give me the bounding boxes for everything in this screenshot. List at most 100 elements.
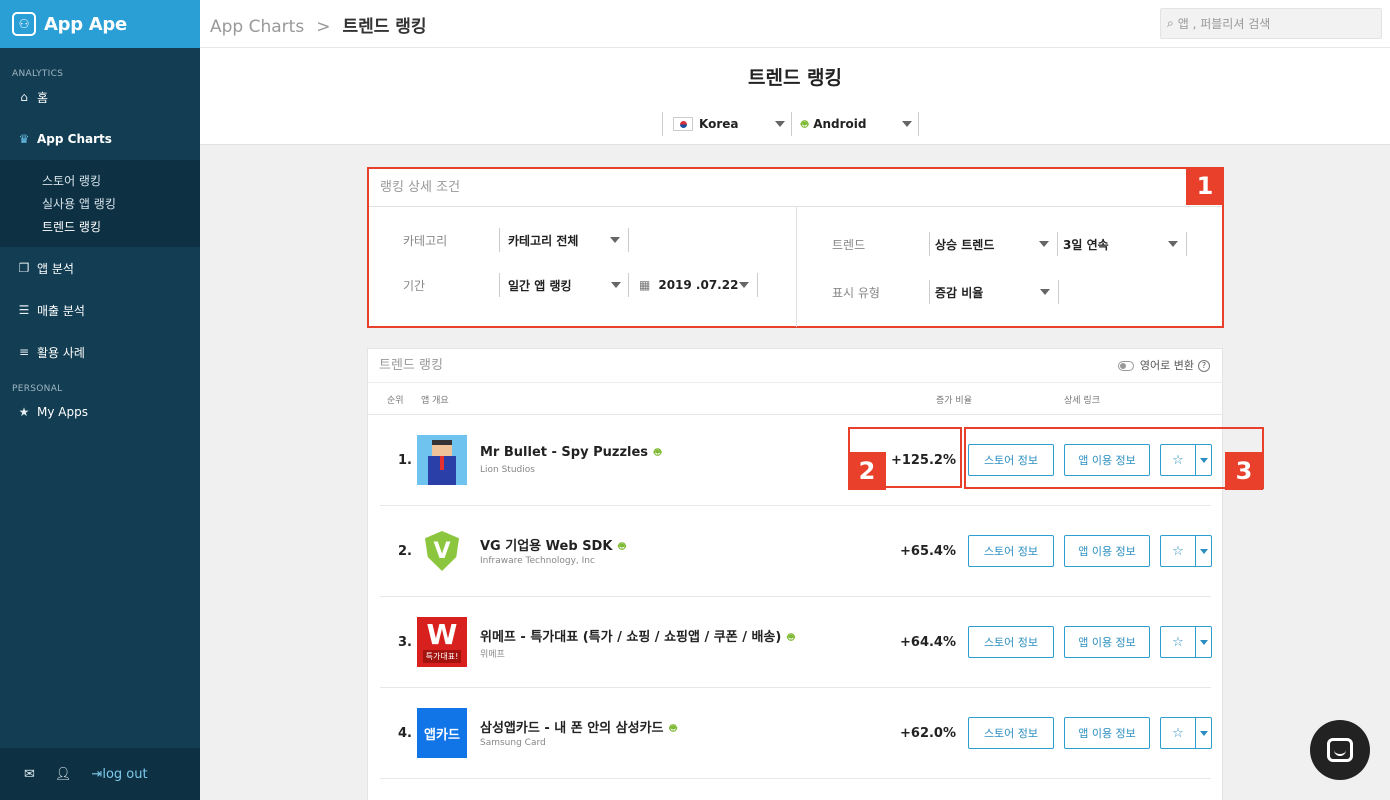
table-row: 4. 앱카드 삼성앱카드 - 내 폰 안의 삼성카드 🤖︎ Samsung Car… <box>380 688 1212 779</box>
sidebar-item-revenue-analysis[interactable]: ☰ 매출 분석 <box>0 289 200 331</box>
display-type-select[interactable]: 증감 비율 <box>929 280 1059 304</box>
subnav-trend-ranking[interactable]: 트렌드 랭킹 <box>0 216 200 239</box>
store-info-button[interactable]: 스토어 정보 <box>968 535 1054 567</box>
app-name[interactable]: 위메프 - 특가대표 (특가 / 쇼핑 / 쇼핑앱 / 쿠폰 / 배송) 🤖︎ <box>480 626 800 646</box>
app-icon[interactable] <box>417 435 467 485</box>
annotation-badge-3: 3 <box>1225 452 1263 490</box>
korea-flag-icon <box>673 117 693 131</box>
period-select[interactable]: 일간 앱 랭킹 <box>499 273 629 297</box>
annotation-badge-1: 1 <box>1186 167 1224 205</box>
caret-down-icon[interactable] <box>1195 536 1211 566</box>
sidebar-footer: ✉ 👤︎ ⇥log out <box>0 748 200 800</box>
favorite-button[interactable]: ☆ <box>1160 626 1212 658</box>
help-icon[interactable]: ? <box>1198 360 1210 372</box>
search-input[interactable] <box>1177 16 1358 31</box>
english-toggle[interactable]: 영어로 변환 ? <box>1117 349 1210 383</box>
platform-select[interactable]: 🤖︎ Android <box>791 112 919 136</box>
chevron-down-icon <box>775 121 785 127</box>
favorite-button[interactable]: ☆ <box>1160 535 1212 567</box>
publisher-name: 위메프 <box>480 650 505 660</box>
app-usage-button[interactable]: 앱 이용 정보 <box>1064 717 1150 749</box>
chat-icon <box>1327 738 1353 762</box>
app-icon[interactable]: V <box>417 526 467 576</box>
sidebar-item-app-analysis[interactable]: ❐ 앱 분석 <box>0 247 200 289</box>
sidebar: ⚇ App Ape ANALYTICS ⌂ 홈 ♛ App Charts 스토어… <box>0 0 200 800</box>
sidebar-item-label: 홈 <box>37 90 49 105</box>
chat-launcher[interactable] <box>1310 720 1370 780</box>
increase-rate: +64.4% <box>900 635 956 650</box>
sidebar-item-use-cases[interactable]: ≡ 활용 사례 <box>0 331 200 373</box>
sidebar-item-app-charts[interactable]: ♛ App Charts <box>0 118 200 160</box>
home-icon: ⌂ <box>20 90 28 104</box>
app-name[interactable]: VG 기업용 Web SDK 🤖︎ <box>480 535 631 555</box>
sidebar-item-label: App Charts <box>37 132 112 146</box>
chevron-down-icon <box>1039 241 1049 247</box>
breadcrumb-separator-icon: > <box>316 17 331 37</box>
table-row: 3. W 특가대표! 위메프 - 특가대표 (특가 / 쇼핑 / 쇼핑앱 / 쿠폰… <box>380 597 1212 688</box>
category-select[interactable]: 카테고리 전체 <box>499 228 629 252</box>
sidebar-item-home[interactable]: ⌂ 홈 <box>0 76 200 118</box>
rank-number: 4. <box>398 726 412 741</box>
app-name[interactable]: 삼성앱카드 - 내 폰 안의 삼성카드 🤖︎ <box>480 717 682 737</box>
brand-logo[interactable]: ⚇ App Ape <box>0 0 200 48</box>
user-icon[interactable]: 👤︎ <box>55 767 72 782</box>
increase-rate: +62.0% <box>900 726 956 741</box>
col-app: 앱 개요 <box>421 396 449 406</box>
country-select[interactable]: Korea <box>662 112 792 136</box>
chevron-down-icon <box>739 282 749 288</box>
sidebar-subnav: 스토어 랭킹 실사용 앱 랭킹 트렌드 랭킹 <box>0 160 200 247</box>
search-icon: ⌕ <box>1167 16 1174 30</box>
display-type-label: 표시 유형 <box>832 286 880 300</box>
app-icon[interactable]: W 특가대표! <box>417 617 467 667</box>
publisher-name: Samsung Card <box>480 738 546 748</box>
chevron-down-icon <box>902 121 912 127</box>
caret-down-icon[interactable] <box>1195 718 1211 748</box>
toggle-switch-icon <box>1117 361 1134 371</box>
breadcrumb-root[interactable]: App Charts <box>210 17 304 37</box>
caret-down-icon[interactable] <box>1195 627 1211 657</box>
star-outline-icon: ☆ <box>1172 543 1184 559</box>
table-header: 순위 앱 개요 증가 비율 상세 링크 <box>368 383 1222 415</box>
app-name[interactable]: Mr Bullet - Spy Puzzles 🤖︎ <box>480 444 666 461</box>
ranking-conditions-panel: 랭킹 상세 조건 카테고리 카테고리 전체 기간 일간 앱 랭킹 ▦ 2019 … <box>367 167 1224 328</box>
subnav-store-ranking[interactable]: 스토어 랭킹 <box>0 170 200 193</box>
logout-link[interactable]: ⇥log out <box>91 767 147 782</box>
store-info-button[interactable]: 스토어 정보 <box>968 626 1054 658</box>
sidebar-item-label: 매출 분석 <box>37 303 85 318</box>
store-info-button[interactable]: 스토어 정보 <box>968 717 1054 749</box>
breadcrumb-current: 트렌드 랭킹 <box>342 17 427 37</box>
date-picker[interactable]: ▦ 2019 .07.22 <box>628 273 758 297</box>
trend-days-value: 3일 연속 <box>1063 237 1109 252</box>
app-usage-button[interactable]: 앱 이용 정보 <box>1064 535 1150 567</box>
android-icon: 🤖︎ <box>654 445 662 459</box>
top-bar: App Charts > 트렌드 랭킹 ⌕ <box>200 0 1390 48</box>
list-icon: ≡ <box>18 345 30 359</box>
title-area: 트렌드 랭킹 Korea 🤖︎ Android <box>200 48 1390 145</box>
sidebar-item-my-apps[interactable]: ★ My Apps <box>0 391 200 433</box>
favorite-button[interactable]: ☆ <box>1160 717 1212 749</box>
table-row: 2. V VG 기업용 Web SDK 🤖︎ Infraware Technolo… <box>380 506 1212 597</box>
brand-name: App Ape <box>44 13 127 35</box>
annotation-box-3 <box>964 427 1264 489</box>
category-label: 카테고리 <box>403 234 448 248</box>
logout-icon: ⇥ <box>91 766 103 782</box>
trend-select[interactable]: 상승 트렌드 <box>929 232 1057 256</box>
col-rank: 순위 <box>387 396 404 406</box>
android-icon: 🤖︎ <box>787 630 795 644</box>
category-value: 카테고리 전체 <box>508 233 579 248</box>
mail-icon[interactable]: ✉ <box>24 767 35 782</box>
chevron-down-icon <box>611 282 621 288</box>
copy-icon: ❐ <box>18 261 30 275</box>
country-value: Korea <box>699 117 739 131</box>
col-rate: 증가 비율 <box>936 396 972 406</box>
search-box[interactable]: ⌕ <box>1160 8 1382 39</box>
sidebar-item-label: 앱 분석 <box>37 261 74 276</box>
trend-days-select[interactable]: 3일 연속 <box>1057 232 1187 256</box>
app-usage-button[interactable]: 앱 이용 정보 <box>1064 626 1150 658</box>
page-title: 트렌드 랭킹 <box>747 67 842 89</box>
database-icon: ☰ <box>18 303 30 317</box>
android-icon: 🤖︎ <box>801 116 809 131</box>
publisher-name: Lion Studios <box>480 465 535 475</box>
app-icon[interactable]: 앱카드 <box>417 708 467 758</box>
subnav-usage-ranking[interactable]: 실사용 앱 랭킹 <box>0 193 200 216</box>
